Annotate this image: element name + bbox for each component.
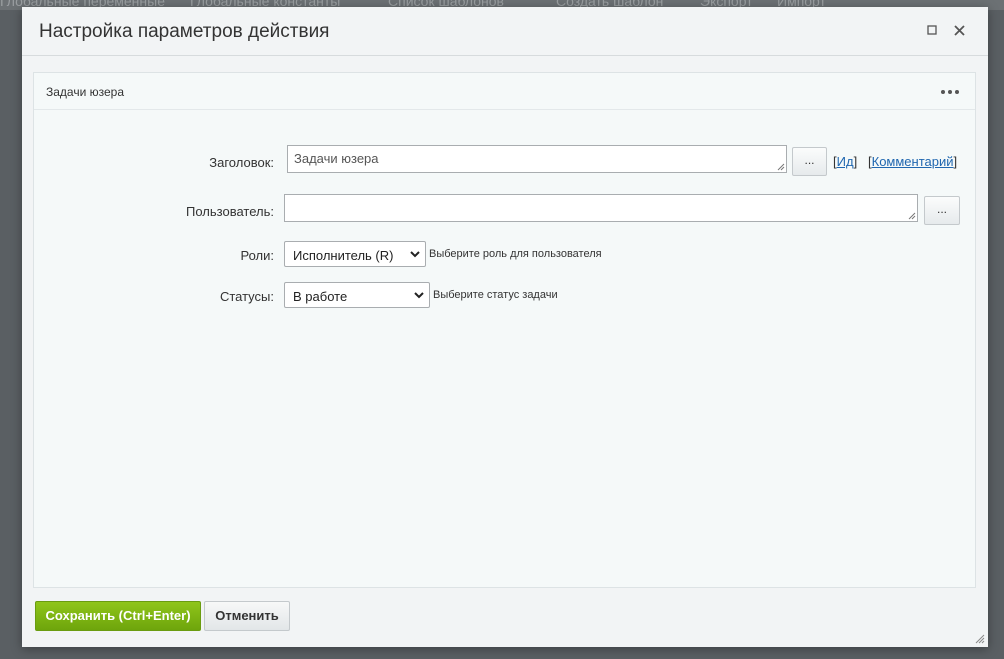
maximize-icon[interactable] xyxy=(923,21,941,39)
roles-hint: Выберите роль для пользователя xyxy=(429,248,602,260)
dialog-header: Настройка параметров действия xyxy=(22,7,988,56)
status-hint: Выберите статус задачи xyxy=(433,289,558,301)
user-field-label: Пользователь: xyxy=(186,204,274,219)
dialog-resize-icon[interactable] xyxy=(975,634,985,644)
status-select-value: В работе xyxy=(293,289,348,304)
activity-panel: Задачи юзера Заголовок: Задачи юзера ...… xyxy=(33,72,976,588)
roles-select[interactable]: Исполнитель (R) xyxy=(284,241,426,267)
action-settings-dialog: Настройка параметров действия Задачи юзе… xyxy=(22,7,988,647)
roles-field-label: Роли: xyxy=(240,248,274,263)
roles-select-value: Исполнитель (R) xyxy=(293,248,394,263)
comment-link[interactable]: Комментарий xyxy=(872,154,954,169)
title-picker-button[interactable]: ... xyxy=(792,147,827,176)
chevron-down-icon xyxy=(414,292,424,299)
more-dots-icon[interactable] xyxy=(941,90,959,96)
save-button[interactable]: Сохранить (Ctrl+Enter) xyxy=(35,601,201,631)
status-select[interactable]: В работе xyxy=(284,282,430,308)
chevron-down-icon xyxy=(410,251,420,258)
comment-link-group: [Комментарий] xyxy=(868,154,958,169)
dialog-title: Настройка параметров действия xyxy=(39,21,330,42)
title-input[interactable]: Задачи юзера xyxy=(287,145,787,173)
user-input[interactable] xyxy=(284,194,918,222)
status-field-label: Статусы: xyxy=(219,289,274,304)
close-icon[interactable] xyxy=(950,21,968,39)
id-link[interactable]: Ид xyxy=(837,154,854,169)
panel-title: Задачи юзера xyxy=(46,85,125,99)
panel-header: Задачи юзера xyxy=(34,73,975,110)
id-link-group: [Ид] xyxy=(833,154,858,169)
title-field-label: Заголовок: xyxy=(209,155,274,170)
cancel-button[interactable]: Отменить xyxy=(204,601,290,631)
user-picker-button[interactable]: ... xyxy=(924,196,960,225)
